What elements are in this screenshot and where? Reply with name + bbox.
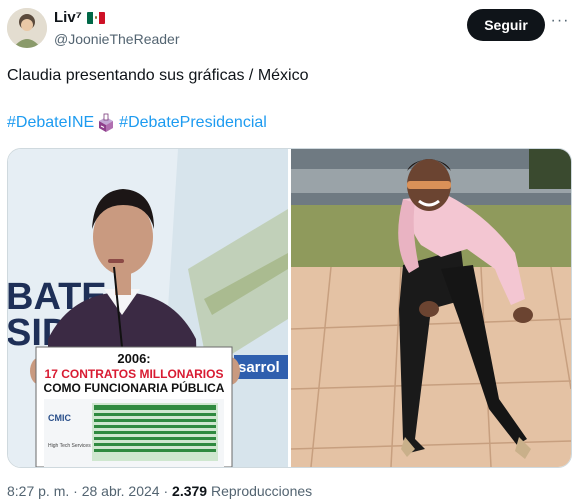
tweet-date[interactable]: 28 abr. 2024 (82, 483, 160, 499)
hashtag-row: #DebateINE #DebatePresidencial (7, 113, 267, 133)
document-footer: High Tech Services (48, 443, 91, 449)
views-label: Reproducciones (210, 483, 313, 499)
tweet-text: Claudia presentando sus gráficas / Méxic… (7, 67, 309, 84)
tweet-time[interactable]: 8:27 p. m. (7, 483, 69, 499)
avatar-image (7, 8, 47, 48)
view-count: 2.379 (172, 483, 208, 499)
author-handle[interactable]: @JoonieTheReader (54, 30, 180, 48)
sign-line-2: 17 CONTRATOS MILLONARIOS (45, 367, 224, 381)
meta-separator: · (163, 483, 169, 499)
meta-separator: · (73, 483, 78, 499)
avatar[interactable] (7, 8, 47, 48)
sign-line-3: COMO FUNCIONARIA PÚBLICA (44, 380, 225, 395)
mexico-flag-icon (86, 12, 105, 24)
debate-photo[interactable]: BATE SID sarrol 2006: 17 CONTRATOS MILLO… (8, 149, 288, 467)
backdrop-text-3: sarrol (238, 359, 280, 376)
media-grid[interactable]: BATE SID sarrol 2006: 17 CONTRATOS MILLO… (7, 148, 572, 468)
meme-photo[interactable] (290, 149, 571, 467)
more-options-icon[interactable]: ··· (550, 13, 570, 34)
author-name-row[interactable]: Liv⁷ (54, 9, 105, 27)
hashtag-debate-ine[interactable]: #DebateINE (7, 113, 94, 133)
sign-line-1: 2006: (117, 351, 150, 366)
document-logo: CMIC (48, 413, 71, 423)
ballot-box-icon (99, 113, 114, 132)
tweet-meta: 8:27 p. m. · 28 abr. 2024 · 2.379 Reprod… (7, 482, 312, 500)
display-name[interactable]: Liv⁷ (54, 9, 82, 27)
follow-button[interactable]: Seguir (467, 9, 545, 41)
hashtag-debate-presidencial[interactable]: #DebatePresidencial (119, 113, 267, 133)
